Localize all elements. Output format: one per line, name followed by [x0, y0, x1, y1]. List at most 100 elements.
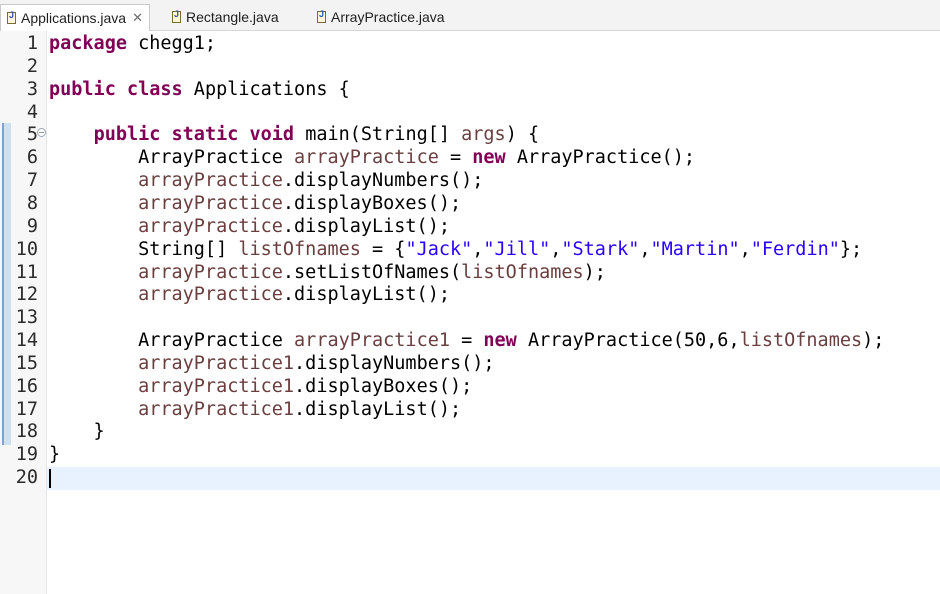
- line-number: 6: [26, 147, 38, 169]
- code-line[interactable]: 19}: [0, 443, 940, 466]
- line-number: 11: [15, 261, 38, 283]
- code-token: =: [449, 330, 484, 352]
- code-line[interactable]: 6 ArrayPractice arrayPractice = new Arra…: [0, 146, 940, 169]
- line-number: 4: [26, 101, 38, 123]
- code-token: }: [49, 444, 61, 466]
- code-line[interactable]: 18 }: [0, 420, 940, 443]
- line-number: 5: [26, 124, 38, 146]
- line-number: 18: [15, 421, 38, 443]
- line-number: 3: [26, 78, 38, 100]
- code-line[interactable]: 2: [0, 55, 940, 78]
- line-number: 16: [15, 375, 38, 397]
- variable-token: arrayPractice1: [294, 330, 450, 352]
- code-text: arrayPractice1.displayBoxes();: [49, 375, 472, 398]
- tab-rectangle-java[interactable]: Rectangle.java: [166, 4, 279, 30]
- code-line[interactable]: 7 arrayPractice.displayNumbers();: [0, 169, 940, 192]
- java-file-icon: [172, 9, 181, 23]
- code-text: public class Applications {: [49, 78, 350, 101]
- code-token: chegg1;: [126, 33, 217, 54]
- code-text: }: [49, 443, 60, 466]
- code-line[interactable]: 13: [0, 306, 940, 329]
- code-token: .displayBoxes();: [282, 192, 462, 214]
- code-text: arrayPractice1.displayList();: [49, 398, 461, 421]
- keyword-token: public: [49, 78, 116, 100]
- tab-arraypractice-java[interactable]: ArrayPractice.java: [311, 4, 445, 30]
- code-line[interactable]: 16 arrayPractice1.displayBoxes();: [0, 375, 940, 398]
- variable-token: listOfnames: [739, 330, 863, 352]
- code-line[interactable]: 15 arrayPractice1.displayNumbers();: [0, 352, 940, 375]
- code-token: ) {: [505, 124, 540, 146]
- string-token: "Ferdin": [750, 238, 840, 260]
- keyword-token: static: [171, 124, 239, 146]
- code-token: }: [49, 421, 105, 443]
- code-line[interactable]: 12 arrayPractice.displayList();: [0, 283, 940, 306]
- java-file-icon: [7, 10, 16, 24]
- code-line[interactable]: 17 arrayPractice1.displayList();: [0, 398, 940, 421]
- code-line[interactable]: 8 arrayPractice.displayBoxes();: [0, 192, 940, 215]
- variable-token: listOfnames: [461, 261, 584, 283]
- code-text: arrayPractice1.displayNumbers();: [49, 352, 494, 375]
- code-text: public static void main(String[] args) {: [49, 123, 540, 146]
- code-text: }: [49, 420, 105, 443]
- variable-token: arrayPractice: [294, 147, 439, 169]
- tab-applications-java[interactable]: Applications.java ✕: [0, 4, 150, 31]
- code-token: =: [438, 147, 473, 169]
- code-token: };: [839, 238, 863, 260]
- code-line[interactable]: 11 arrayPractice.setListOfNames(listOfna…: [0, 261, 940, 284]
- line-number: 14: [15, 330, 38, 352]
- code-line[interactable]: 4: [0, 101, 940, 124]
- code-token: ArrayPractice: [49, 147, 295, 169]
- code-line[interactable]: 20: [0, 466, 940, 489]
- code-token: ,: [639, 238, 651, 260]
- code-line[interactable]: 1 package chegg1;: [0, 32, 940, 55]
- code-text: arrayPractice.displayList();: [49, 283, 450, 306]
- fold-collapse-icon[interactable]: −: [37, 128, 46, 138]
- code-token: .displayNumbers();: [282, 170, 484, 192]
- code-line[interactable]: 14 ArrayPractice arrayPractice1 = new Ar…: [0, 329, 940, 352]
- code-line[interactable]: 5− public static void main(String[] args…: [0, 123, 940, 146]
- code-token: ,: [739, 238, 751, 260]
- string-token: "Stark": [561, 238, 640, 260]
- code-text: ArrayPractice arrayPractice1 = new Array…: [49, 329, 884, 352]
- line-number: 20: [15, 467, 38, 489]
- code-text: String[] listOfnames = {"Jack","Jill","S…: [49, 238, 862, 261]
- keyword-token: new: [483, 330, 517, 352]
- line-number: 19: [15, 444, 38, 466]
- variable-token: arrayPractice: [138, 215, 283, 237]
- tab-label: ArrayPractice.java: [331, 9, 445, 25]
- code-token: main(String[]: [294, 124, 462, 146]
- code-line[interactable]: 9 arrayPractice.displayList();: [0, 215, 940, 238]
- keyword-token: void: [249, 124, 295, 146]
- code-token: ArrayPractice(50,6,: [516, 330, 740, 352]
- variable-token: arrayPractice1: [138, 375, 295, 397]
- code-line[interactable]: 10 String[] listOfnames = {"Jack","Jill"…: [0, 238, 940, 261]
- variable-token: args: [461, 124, 506, 146]
- code-token: String[]: [49, 238, 239, 260]
- variable-token: arrayPractice: [138, 284, 283, 306]
- tab-label: Rectangle.java: [186, 9, 279, 25]
- code-token: Applications {: [182, 78, 350, 100]
- code-text: arrayPractice.setListOfNames(listOfnames…: [49, 261, 606, 284]
- code-token: = {: [360, 238, 406, 260]
- keyword-token: new: [472, 147, 506, 169]
- string-token: "Jill": [483, 238, 551, 260]
- code-token: .displayBoxes();: [294, 375, 473, 397]
- variable-token: arrayPractice1: [138, 398, 295, 420]
- keyword-token: package: [49, 33, 127, 54]
- code-token: .setListOfNames(: [282, 261, 462, 283]
- code-token: ,: [550, 238, 562, 260]
- string-token: "Jack": [405, 238, 473, 260]
- keyword-token: public: [93, 124, 161, 146]
- code-token: ArrayPractice: [49, 330, 295, 352]
- line-number: 9: [26, 215, 38, 237]
- close-icon[interactable]: ✕: [132, 10, 143, 26]
- code-line[interactable]: 3 public class Applications {: [0, 78, 940, 101]
